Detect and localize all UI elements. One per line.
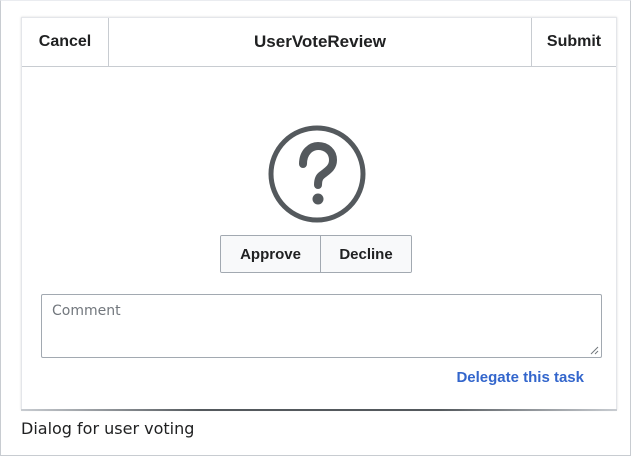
comment-field-wrapper (41, 294, 602, 358)
comment-input[interactable] (42, 295, 601, 357)
vote-review-dialog: Cancel UserVoteReview Submit Approve Dec… (21, 17, 617, 410)
dialog-title: UserVoteReview (254, 32, 386, 51)
figure-frame: Cancel UserVoteReview Submit Approve Dec… (0, 0, 631, 456)
submit-button[interactable]: Submit (531, 18, 616, 66)
figure-caption: Dialog for user voting (21, 419, 195, 438)
dialog-bottom-shadow (21, 409, 617, 411)
decline-button[interactable]: Decline (321, 236, 411, 272)
delegate-task-link[interactable]: Delegate this task (456, 369, 584, 386)
approve-button[interactable]: Approve (221, 236, 321, 272)
cancel-button[interactable]: Cancel (22, 18, 109, 66)
dialog-header: Cancel UserVoteReview Submit (22, 18, 616, 67)
resize-handle-icon[interactable] (589, 345, 599, 355)
question-circle-icon (268, 125, 366, 223)
vote-button-group: Approve Decline (220, 235, 412, 273)
